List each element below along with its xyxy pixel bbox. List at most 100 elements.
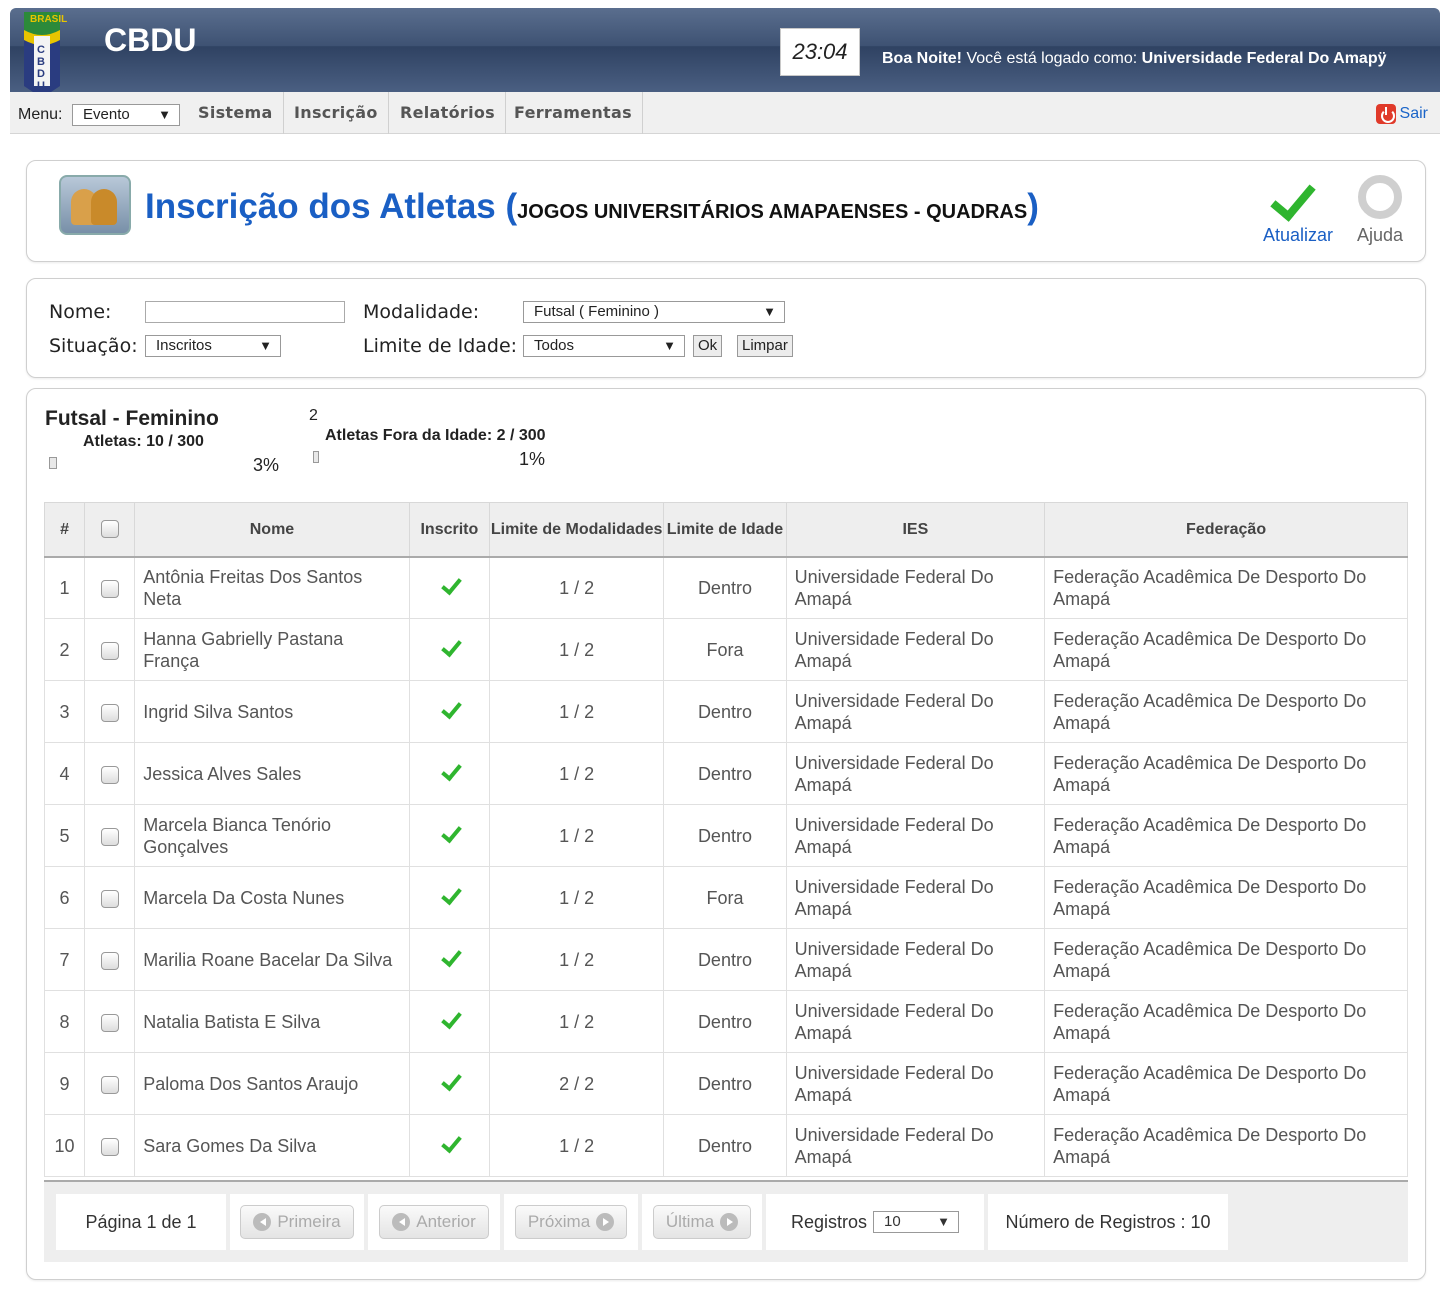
- check-icon: [438, 637, 460, 657]
- col-limit-modalities[interactable]: Limite de Modalidades: [488, 502, 665, 558]
- ies-name: Universidade Federal Do Amapá: [785, 1052, 1046, 1115]
- col-federation[interactable]: Federação: [1044, 502, 1408, 558]
- row-checkbox[interactable]: [100, 1075, 119, 1094]
- age-limit: Dentro: [663, 556, 787, 619]
- enrolled-cell: [408, 1052, 490, 1115]
- status-value: Inscritos: [156, 337, 212, 354]
- app-header: BRASIL CBDU CBDU 23:04 Boa Noite! Você e…: [10, 8, 1440, 98]
- records-value: 10: [884, 1213, 901, 1230]
- first-page-button[interactable]: Primeira: [240, 1205, 354, 1239]
- age-label: Limite de Idade:: [363, 335, 518, 357]
- menu-item-relatorios[interactable]: Relatórios: [390, 92, 506, 134]
- enrolled-cell: [408, 990, 490, 1053]
- menu-select[interactable]: Evento ▼: [72, 104, 180, 126]
- federation-name: Federação Acadêmica De Desporto Do Amapá: [1044, 1052, 1408, 1115]
- age-limit: Dentro: [663, 742, 787, 805]
- row-select-cell: [84, 804, 136, 867]
- check-icon: [438, 1133, 460, 1153]
- table-row[interactable]: 4 Jessica Alves Sales 1 / 2 Dentro Universid…: [43, 742, 1408, 805]
- enrolled-cell: [408, 804, 490, 867]
- table-row[interactable]: 6 Marcela Da Costa Nunes 1 / 2 Fora Universi…: [43, 866, 1408, 929]
- enrolled-cell: [408, 928, 490, 991]
- out-age-percent: 1%: [519, 449, 546, 469]
- row-checkbox[interactable]: [100, 703, 119, 722]
- col-limit-age[interactable]: Limite de Idade: [663, 502, 787, 558]
- athletes-percent: 3%: [253, 455, 280, 475]
- out-age-stat: Atletas Fora da Idade: 2 / 300: [325, 427, 546, 444]
- ies-name: Universidade Federal Do Amapá: [785, 804, 1046, 867]
- row-select-cell: [84, 1052, 136, 1115]
- federation-name: Federação Acadêmica De Desporto Do Amapá: [1044, 928, 1408, 991]
- col-ies[interactable]: IES: [785, 502, 1046, 558]
- records-select[interactable]: 10 ▼: [873, 1211, 960, 1233]
- table-row[interactable]: 5 Marcela Bianca Tenório Gonçalves 1 / 2 De…: [43, 804, 1408, 867]
- table-row[interactable]: 8 Natalia Batista E Silva 1 / 2 Dentro Unive…: [43, 990, 1408, 1053]
- row-checkbox[interactable]: [100, 951, 119, 970]
- federation-name: Federação Acadêmica De Desporto Do Amapá: [1044, 866, 1408, 929]
- next-page-button[interactable]: Próxima: [514, 1205, 628, 1239]
- athlete-name: Paloma Dos Santos Araujo: [134, 1052, 410, 1115]
- check-icon: [438, 885, 460, 905]
- age-select[interactable]: Todos ▼: [523, 335, 685, 357]
- federation-name: Federação Acadêmica De Desporto Do Amapá: [1044, 1114, 1408, 1177]
- federation-name: Federação Acadêmica De Desporto Do Amapá: [1044, 556, 1408, 619]
- athlete-name: Marilia Roane Bacelar Da Silva: [134, 928, 410, 991]
- federation-name: Federação Acadêmica De Desporto Do Amapá: [1044, 804, 1408, 867]
- enrolled-cell: [408, 866, 490, 929]
- chevron-down-icon: ▼: [937, 1214, 951, 1229]
- age-limit: Dentro: [663, 680, 787, 743]
- ies-name: Universidade Federal Do Amapá: [785, 618, 1046, 681]
- help-label: Ajuda: [1357, 225, 1404, 245]
- menu-item-inscricao[interactable]: Inscrição: [284, 92, 389, 134]
- prev-cell: Anterior: [368, 1194, 500, 1250]
- menu-item-sistema[interactable]: Sistema: [188, 92, 284, 134]
- col-name[interactable]: Nome: [134, 502, 410, 558]
- row-select-cell: [84, 990, 136, 1053]
- table-row[interactable]: 2 Hanna Gabrielly Pastana França 1 / 2 Fora…: [43, 618, 1408, 681]
- table-row[interactable]: 10 Sara Gomes Da Silva 1 / 2 Dentro Universi…: [43, 1114, 1408, 1177]
- help-button[interactable]: Ajuda: [1357, 175, 1403, 246]
- row-checkbox[interactable]: [100, 765, 119, 784]
- refresh-button[interactable]: Atualizar: [1263, 175, 1333, 246]
- last-page-button[interactable]: Última: [652, 1205, 752, 1239]
- row-checkbox[interactable]: [100, 1137, 119, 1156]
- modality-select[interactable]: Futsal ( Feminino ) ▼: [523, 301, 785, 323]
- athlete-name: Natalia Batista E Silva: [134, 990, 410, 1053]
- table-row[interactable]: 3 Ingrid Silva Santos 1 / 2 Dentro Universid…: [43, 680, 1408, 743]
- row-select-cell: [84, 866, 136, 929]
- title-paren-close: ): [1027, 187, 1039, 226]
- row-checkbox[interactable]: [100, 889, 119, 908]
- logout-button[interactable]: Sair: [1375, 104, 1428, 124]
- row-number: 8: [43, 990, 86, 1053]
- age-limit: Dentro: [663, 1052, 787, 1115]
- row-checkbox[interactable]: [100, 1013, 119, 1032]
- row-checkbox[interactable]: [100, 827, 119, 846]
- table-row[interactable]: 9 Paloma Dos Santos Araujo 2 / 2 Dentro Univ…: [43, 1052, 1408, 1115]
- modalities-limit: 1 / 2: [488, 680, 665, 743]
- greeting-text: Você está logado como:: [962, 50, 1142, 67]
- federation-name: Federação Acadêmica De Desporto Do Amapá: [1044, 742, 1408, 805]
- status-select[interactable]: Inscritos ▼: [145, 335, 281, 357]
- table-row[interactable]: 7 Marilia Roane Bacelar Da Silva 1 / 2 Dent…: [43, 928, 1408, 991]
- pager: Página 1 de 1 Primeira Anterior Próxima …: [44, 1180, 1408, 1262]
- row-checkbox[interactable]: [100, 580, 119, 598]
- ok-button[interactable]: Ok: [693, 335, 723, 357]
- select-all-checkbox[interactable]: [100, 520, 119, 539]
- table-row[interactable]: 1 Antônia Freitas Dos Santos Neta 1 / 2 Den…: [43, 556, 1408, 619]
- col-inscrito[interactable]: Inscrito: [408, 502, 490, 558]
- row-select-cell: [84, 556, 136, 619]
- title-paren-open: (: [505, 187, 518, 226]
- refresh-label: Atualizar: [1263, 225, 1334, 245]
- col-number: #: [43, 502, 86, 558]
- row-checkbox[interactable]: [100, 641, 119, 660]
- athlete-name: Ingrid Silva Santos: [134, 680, 410, 743]
- prev-page-button[interactable]: Anterior: [379, 1205, 489, 1239]
- modalities-limit: 1 / 2: [488, 990, 665, 1053]
- clear-button[interactable]: Limpar: [737, 335, 793, 357]
- menu-item-ferramentas[interactable]: Ferramentas: [504, 92, 643, 134]
- age-limit: Fora: [663, 866, 787, 929]
- name-input[interactable]: [145, 301, 345, 323]
- ies-name: Universidade Federal Do Amapá: [785, 742, 1046, 805]
- row-number: 3: [43, 680, 86, 743]
- power-icon: [1375, 104, 1396, 124]
